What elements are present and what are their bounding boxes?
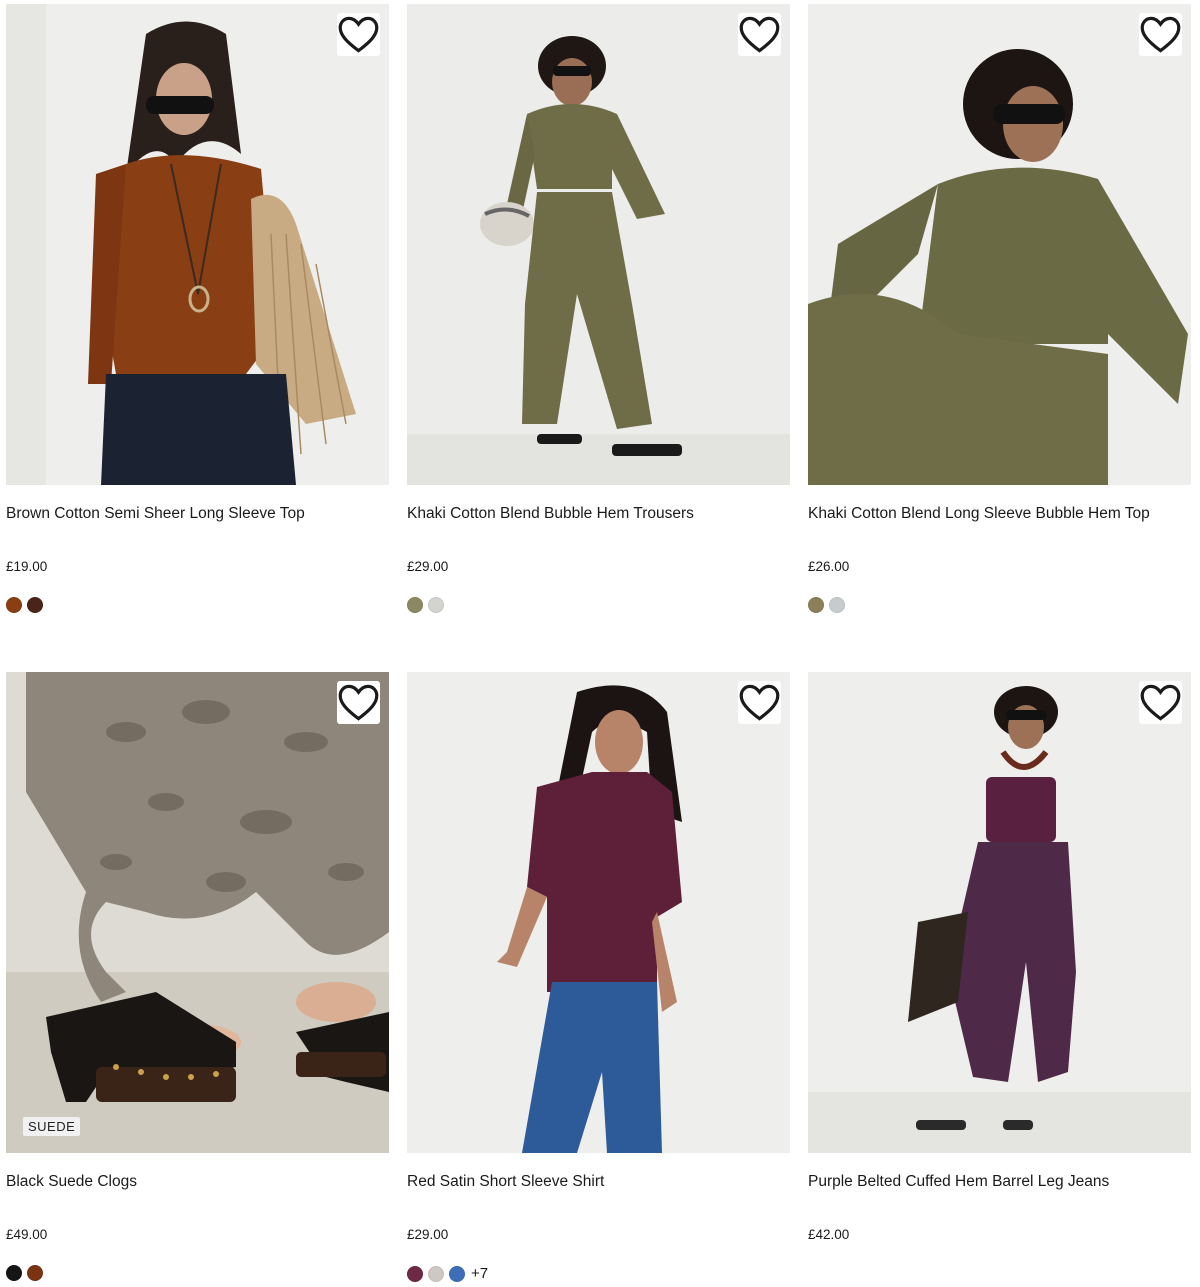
color-swatch[interactable]	[6, 1265, 22, 1281]
product-price: £19.00	[6, 559, 48, 574]
product-photo-suede-clogs	[6, 672, 389, 1153]
product-card[interactable]: Khaki Cotton Blend Bubble Hem Trousers £…	[407, 4, 790, 672]
wishlist-button[interactable]	[738, 681, 781, 724]
product-price: £26.00	[808, 559, 850, 574]
product-title[interactable]: Purple Belted Cuffed Hem Barrel Leg Jean…	[808, 1172, 1109, 1192]
product-title[interactable]: Khaki Cotton Blend Long Sleeve Bubble He…	[808, 504, 1150, 524]
product-photo-purple-jeans	[808, 672, 1191, 1153]
color-swatch[interactable]	[6, 597, 22, 613]
product-card[interactable]: Khaki Cotton Blend Long Sleeve Bubble He…	[808, 4, 1191, 672]
heart-icon	[338, 684, 379, 721]
heart-icon	[739, 684, 780, 721]
color-swatch[interactable]	[27, 597, 43, 613]
product-image[interactable]	[6, 4, 389, 485]
wishlist-button[interactable]	[337, 13, 380, 56]
product-title[interactable]: Red Satin Short Sleeve Shirt	[407, 1172, 604, 1192]
color-swatches	[407, 597, 444, 613]
product-card[interactable]: Red Satin Short Sleeve Shirt £29.00 +7	[407, 672, 790, 1287]
product-photo-khaki-top	[808, 4, 1191, 485]
product-image[interactable]	[407, 672, 790, 1153]
product-price: £29.00	[407, 559, 449, 574]
wishlist-button[interactable]	[1139, 681, 1182, 724]
product-image[interactable]	[407, 4, 790, 485]
product-card[interactable]: SUEDE Black Suede Clogs £49.00	[6, 672, 389, 1287]
wishlist-button[interactable]	[337, 681, 380, 724]
color-swatches	[808, 597, 845, 613]
color-swatch[interactable]	[428, 597, 444, 613]
color-swatch[interactable]	[808, 597, 824, 613]
color-swatch[interactable]	[449, 1265, 465, 1282]
color-swatch[interactable]	[407, 597, 423, 613]
product-card[interactable]: Brown Cotton Semi Sheer Long Sleeve Top …	[6, 4, 389, 672]
product-photo-brown-top	[6, 4, 389, 485]
heart-icon	[1140, 684, 1181, 721]
product-image[interactable]: SUEDE	[6, 672, 389, 1153]
wishlist-button[interactable]	[738, 13, 781, 56]
heart-icon	[338, 16, 379, 53]
wishlist-button[interactable]	[1139, 13, 1182, 56]
product-image[interactable]	[808, 672, 1191, 1153]
product-price: £42.00	[808, 1227, 850, 1242]
product-title[interactable]: Black Suede Clogs	[6, 1172, 137, 1192]
heart-icon	[739, 16, 780, 53]
color-swatches: +7	[407, 1265, 488, 1282]
more-colors-count[interactable]: +7	[471, 1265, 488, 1282]
product-card[interactable]: Purple Belted Cuffed Hem Barrel Leg Jean…	[808, 672, 1191, 1287]
color-swatch[interactable]	[829, 597, 845, 613]
product-photo-khaki-trousers	[407, 4, 790, 485]
product-grid: Brown Cotton Semi Sheer Long Sleeve Top …	[6, 4, 1191, 1287]
product-photo-red-shirt	[407, 672, 790, 1153]
product-price: £29.00	[407, 1227, 449, 1242]
material-badge: SUEDE	[23, 1117, 81, 1136]
product-image[interactable]	[808, 4, 1191, 485]
product-title[interactable]: Brown Cotton Semi Sheer Long Sleeve Top	[6, 504, 305, 524]
color-swatches	[6, 597, 43, 613]
color-swatch[interactable]	[407, 1265, 423, 1282]
color-swatches	[6, 1265, 43, 1281]
color-swatch[interactable]	[428, 1265, 444, 1282]
heart-icon	[1140, 16, 1181, 53]
product-price: £49.00	[6, 1227, 48, 1242]
color-swatch[interactable]	[27, 1265, 43, 1281]
product-title[interactable]: Khaki Cotton Blend Bubble Hem Trousers	[407, 504, 694, 524]
